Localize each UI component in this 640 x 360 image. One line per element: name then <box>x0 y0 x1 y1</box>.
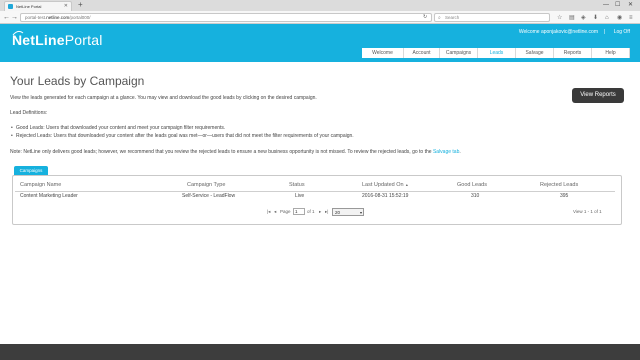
netline-portal-logo[interactable]: NetLinePortal <box>12 32 103 48</box>
nav-tab-campaigns[interactable]: Campaigns <box>440 48 478 58</box>
col-header-campaign-name[interactable]: Campaign Name <box>20 182 61 189</box>
chevron-down-icon: ▾ <box>359 210 362 215</box>
chat-icon[interactable]: ◉ <box>617 13 622 23</box>
logo-portal: Portal <box>64 32 103 48</box>
url-path: /portal000/ <box>69 15 91 20</box>
welcome-user-text: Welcome aponjakovic@netline.com <box>518 29 598 35</box>
back-arrow-icon[interactable]: ← <box>3 12 10 23</box>
rows-per-page-select[interactable]: 20 ▾ <box>332 208 364 216</box>
footer-bar <box>0 344 640 360</box>
rows-per-page-value: 20 <box>335 210 341 215</box>
maximize-button[interactable]: ☐ <box>615 0 620 10</box>
shield-icon[interactable]: ◈ <box>581 13 586 23</box>
salvage-tab-link[interactable]: Salvage tab <box>433 149 459 155</box>
view-reports-button[interactable]: View Reports <box>572 88 624 103</box>
next-page-icon[interactable]: ▸ <box>319 208 321 216</box>
url-host: netline.com <box>46 15 70 20</box>
note-end: . <box>459 149 461 155</box>
col-header-last-updated-label: Last Updated On <box>362 182 404 188</box>
col-header-last-updated[interactable]: Last Updated On ▲ <box>362 182 409 189</box>
logo-net: NetLine <box>12 32 65 48</box>
campaign-type-cell: Self-Service - LeadFlow <box>182 193 236 199</box>
log-off-link[interactable]: Log Off <box>614 28 630 36</box>
last-page-icon[interactable]: ▸| <box>325 208 328 216</box>
reload-icon[interactable]: ↻ <box>423 12 427 23</box>
main-nav: Welcome Account Campaigns Leads Salvage … <box>362 48 630 58</box>
app-header: NetLinePortal Welcome aponjakovic@netlin… <box>0 24 640 62</box>
sort-ascending-icon: ▲ <box>405 183 409 187</box>
col-header-campaign-type[interactable]: Campaign Type <box>187 182 225 189</box>
page-count-label: of 1 <box>307 209 315 214</box>
browser-search-input[interactable]: ⌕ Search <box>434 13 550 22</box>
browser-tab-title: NetLine Portal <box>16 4 42 9</box>
forward-arrow-icon[interactable]: → <box>11 12 18 23</box>
status-cell: Live <box>295 193 305 199</box>
last-updated-cell: 2016-08-31 15:52:19 <box>362 193 409 199</box>
browser-toolbar: ← → portal-test.netline.com/portal000/ ↻… <box>0 11 640 24</box>
campaign-name-link[interactable]: Content Marketing Leader <box>20 193 78 200</box>
page-title: Your Leads by Campaign <box>10 74 145 88</box>
campaigns-panel-tab[interactable]: Campaigns <box>14 166 48 175</box>
col-header-rejected-leads[interactable]: Rejected Leads <box>540 182 578 189</box>
bookmark-star-icon[interactable]: ☆ <box>557 13 562 23</box>
definitions-heading: Lead Definitions: <box>10 110 48 116</box>
home-icon[interactable]: ⌂ <box>605 13 609 23</box>
netline-favicon-icon <box>8 4 13 9</box>
intro-text: View the leads generated for each campai… <box>10 95 317 101</box>
rejected-leads-cell: 395 <box>560 193 569 199</box>
nav-tab-welcome[interactable]: Welcome <box>362 48 404 58</box>
campaigns-panel <box>12 175 622 225</box>
reading-list-icon[interactable]: ▤ <box>569 13 575 23</box>
note-text: Note: NetLine only delivers good leads; … <box>10 149 461 156</box>
browser-tab-bar: NetLine Portal ✕ + — ☐ ✕ <box>0 0 640 11</box>
browser-tab[interactable]: NetLine Portal ✕ <box>4 1 72 11</box>
search-icon: ⌕ <box>438 15 441 21</box>
address-bar[interactable]: portal-test.netline.com/portal000/ <box>20 13 432 22</box>
page-label: Page <box>280 209 291 214</box>
col-header-status[interactable]: Status <box>289 182 305 189</box>
prev-page-icon[interactable]: ◂ <box>274 208 276 216</box>
page-number-input[interactable]: 1 <box>293 208 305 215</box>
first-page-icon[interactable]: |◂ <box>267 208 270 216</box>
table-header-divider <box>15 191 615 192</box>
pager-summary: View 1 - 1 of 1 <box>573 209 602 214</box>
header-separator: | <box>603 29 605 35</box>
new-tab-button[interactable]: + <box>78 0 83 10</box>
definition-good-leads: Good Leads: Users that downloaded your c… <box>11 125 225 132</box>
close-window-button[interactable]: ✕ <box>628 0 633 10</box>
search-placeholder: Search <box>445 15 460 20</box>
nav-tab-help[interactable]: Help <box>592 48 630 58</box>
nav-tab-account[interactable]: Account <box>404 48 440 58</box>
url-prefix: portal-test. <box>25 15 47 20</box>
minimize-button[interactable]: — <box>603 0 609 10</box>
download-icon[interactable]: ⬇ <box>593 13 598 23</box>
note-body: Note: NetLine only delivers good leads; … <box>10 149 432 155</box>
definition-rejected-leads: Rejected Leads: Users that downloaded yo… <box>11 133 354 140</box>
tab-close-icon[interactable]: ✕ <box>64 2 68 11</box>
nav-tab-reports[interactable]: Reports <box>554 48 592 58</box>
nav-tab-salvage[interactable]: Salvage <box>516 48 554 58</box>
col-header-good-leads[interactable]: Good Leads <box>457 182 487 189</box>
good-leads-cell: 310 <box>471 193 480 199</box>
nav-tab-leads[interactable]: Leads <box>478 48 516 58</box>
menu-icon[interactable]: ≡ <box>629 13 633 23</box>
